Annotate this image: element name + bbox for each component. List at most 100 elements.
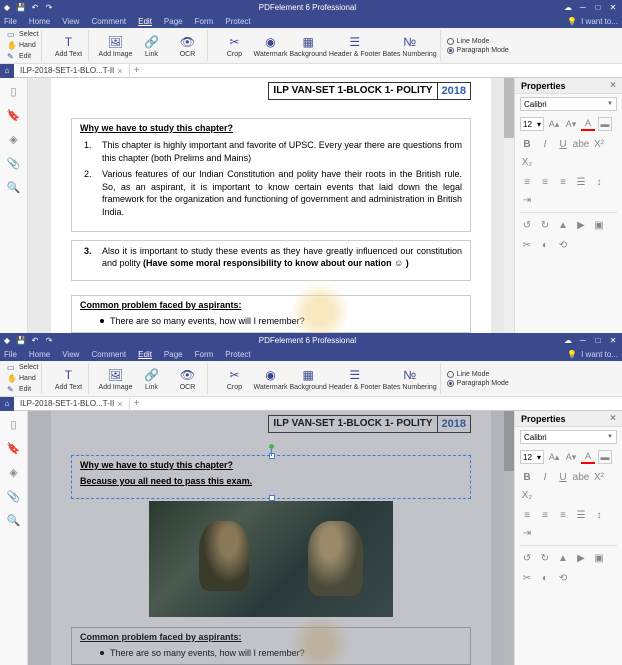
selected-text-block[interactable]: Why we have to study this chapter? Becau… (71, 455, 471, 499)
qat-save-icon[interactable]: 💾 (16, 335, 26, 345)
indent-icon[interactable]: ⇥ (520, 526, 534, 540)
extract-icon[interactable]: ▣ (592, 218, 606, 232)
menu-file[interactable]: File (4, 17, 17, 26)
bates-button[interactable]: №Bates Numbering (383, 34, 437, 58)
search-hint[interactable]: I want to... (581, 350, 618, 359)
subscript-icon[interactable]: X₂ (520, 488, 534, 502)
add-text-button[interactable]: TAdd Text (51, 34, 85, 58)
flip-h-icon[interactable]: ▲ (556, 551, 570, 565)
flip-v-icon[interactable]: ▶ (574, 218, 588, 232)
hand-tool[interactable]: ✋Hand (7, 374, 38, 384)
strike-icon[interactable]: abe (574, 137, 588, 151)
menu-protect[interactable]: Protect (225, 17, 250, 26)
superscript-icon[interactable]: X² (592, 137, 606, 151)
ocr-button[interactable]: 👁OCR (170, 34, 204, 58)
thumbnails-icon[interactable]: ▯ (7, 84, 21, 98)
spacing-icon[interactable]: ↕ (592, 175, 606, 189)
menu-comment[interactable]: Comment (91, 350, 126, 359)
watermark-button[interactable]: ◉Watermark (253, 367, 287, 391)
font-select[interactable]: Calibri▼ (520, 430, 617, 444)
rotate-right-icon[interactable]: ↻ (538, 218, 552, 232)
qat-undo-icon[interactable]: ↶ (30, 2, 40, 12)
qat-undo-icon[interactable]: ↶ (30, 335, 40, 345)
highlight-color-icon[interactable]: ▬ (598, 450, 612, 464)
spacing-icon[interactable]: ↕ (592, 508, 606, 522)
bold-icon[interactable]: B (520, 470, 534, 484)
align-left-icon[interactable]: ≡ (520, 508, 534, 522)
underline-icon[interactable]: U (556, 470, 570, 484)
strike-icon[interactable]: abe (574, 470, 588, 484)
maximize-button[interactable]: □ (591, 1, 605, 13)
subscript-icon[interactable]: X₂ (520, 155, 534, 169)
canvas[interactable]: ILP VAN-SET 1-BLOCK 1- POLITY 2018 Why w… (28, 78, 514, 333)
align-left-icon[interactable]: ≡ (520, 175, 534, 189)
doc-answer-text[interactable]: Because you all need to pass this exam. (80, 476, 462, 486)
crop-tool-icon[interactable]: ✂ (520, 571, 534, 585)
maximize-button[interactable]: □ (591, 334, 605, 346)
background-button[interactable]: ▦Background (289, 367, 326, 391)
menu-edit[interactable]: Edit (138, 350, 152, 359)
extract-icon[interactable]: ▣ (592, 551, 606, 565)
scrollbar-thumb[interactable] (504, 411, 514, 471)
document-tab[interactable]: ILP-2018-SET-1-BLO...T-II× (14, 64, 130, 78)
menu-page[interactable]: Page (164, 350, 183, 359)
close-tab-icon[interactable]: × (117, 399, 122, 409)
help-icon[interactable]: ☁ (561, 334, 575, 346)
menu-form[interactable]: Form (195, 17, 214, 26)
font-color-icon[interactable]: A (581, 117, 595, 131)
minimize-button[interactable]: ─ (576, 1, 590, 13)
edit-tool[interactable]: ✎Edit (7, 385, 38, 395)
bold-icon[interactable]: B (520, 137, 534, 151)
increase-font-icon[interactable]: A▴ (547, 450, 561, 464)
home-tab-icon[interactable]: ⌂ (0, 64, 14, 78)
hand-tool[interactable]: ✋Hand (7, 41, 38, 51)
scrollbar-thumb[interactable] (504, 78, 514, 138)
thumbnails-icon[interactable]: ▯ (7, 417, 21, 431)
menu-form[interactable]: Form (195, 350, 214, 359)
rotate-right-icon[interactable]: ↻ (538, 551, 552, 565)
flip-h-icon[interactable]: ▲ (556, 218, 570, 232)
align-right-icon[interactable]: ≡ (556, 175, 570, 189)
menu-protect[interactable]: Protect (225, 350, 250, 359)
header-footer-button[interactable]: ☰Header & Footer (329, 367, 381, 391)
add-tab-button[interactable]: + (130, 398, 144, 409)
layers-icon[interactable]: ◈ (7, 465, 21, 479)
attachments-icon[interactable]: 📎 (7, 156, 21, 170)
decrease-font-icon[interactable]: A▾ (564, 117, 578, 131)
menu-home[interactable]: Home (29, 350, 50, 359)
rotation-handle-icon[interactable] (269, 444, 274, 449)
search-tool-icon[interactable]: 🔍 (7, 180, 21, 194)
italic-icon[interactable]: I (538, 137, 552, 151)
align-justify-icon[interactable]: ☰ (574, 175, 588, 189)
font-size-input[interactable]: 12▾ (520, 450, 544, 464)
search-tool-icon[interactable]: 🔍 (7, 513, 21, 527)
replace-icon[interactable]: ⟲ (556, 571, 570, 585)
paragraph-mode-radio[interactable]: Paragraph Mode (447, 47, 509, 54)
italic-icon[interactable]: I (538, 470, 552, 484)
underline-icon[interactable]: U (556, 137, 570, 151)
qat-save-icon[interactable]: 💾 (16, 2, 26, 12)
properties-close-icon[interactable]: × (610, 80, 616, 91)
home-tab-icon[interactable]: ⌂ (0, 397, 14, 411)
line-mode-radio[interactable]: Line Mode (447, 38, 509, 45)
doc-heading-1[interactable]: Why we have to study this chapter? (80, 460, 462, 470)
menu-page[interactable]: Page (164, 17, 183, 26)
close-button[interactable]: ✕ (606, 1, 620, 13)
align-center-icon[interactable]: ≡ (538, 508, 552, 522)
search-hint[interactable]: I want to... (581, 17, 618, 26)
qat-redo-icon[interactable]: ↷ (44, 2, 54, 12)
bookmarks-icon[interactable]: 🔖 (7, 441, 21, 455)
canvas[interactable]: ILP VAN-SET 1-BLOCK 1- POLITY 2018 Why w… (28, 411, 514, 665)
close-tab-icon[interactable]: × (117, 66, 122, 76)
opacity-icon[interactable]: ◐ (538, 238, 552, 252)
menu-home[interactable]: Home (29, 17, 50, 26)
bookmarks-icon[interactable]: 🔖 (7, 108, 21, 122)
indent-icon[interactable]: ⇥ (520, 193, 534, 207)
add-tab-button[interactable]: + (130, 65, 144, 76)
menu-view[interactable]: View (62, 17, 79, 26)
inserted-image[interactable] (149, 501, 393, 617)
header-footer-button[interactable]: ☰Header & Footer (329, 34, 381, 58)
replace-icon[interactable]: ⟲ (556, 238, 570, 252)
add-image-button[interactable]: 🖼Add Image (98, 34, 132, 58)
opacity-icon[interactable]: ◐ (538, 571, 552, 585)
